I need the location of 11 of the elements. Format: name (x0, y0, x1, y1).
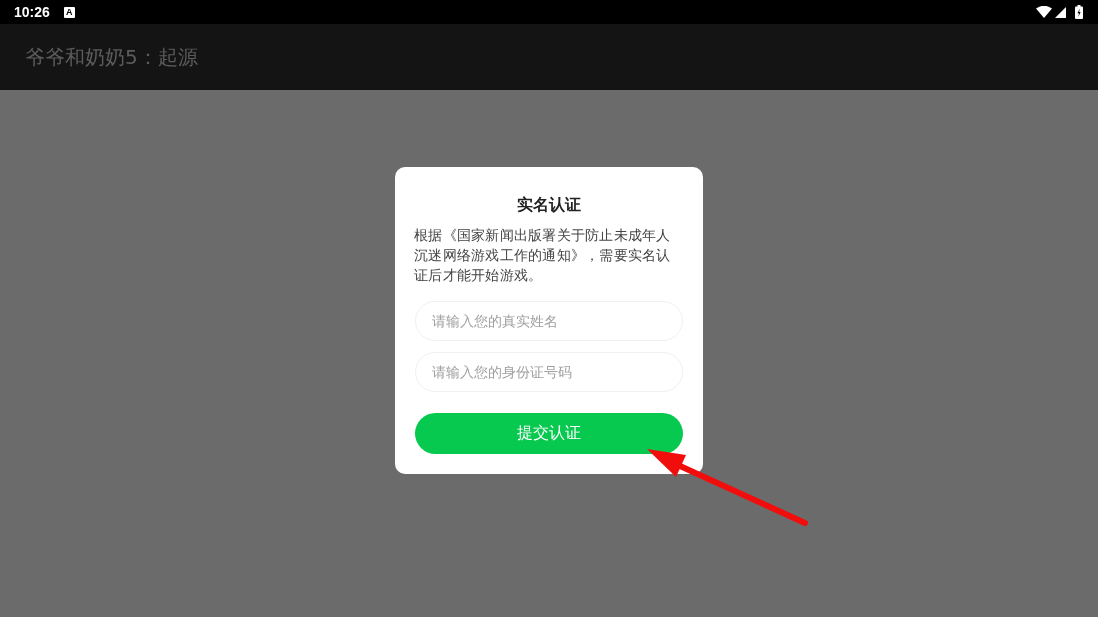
status-time: 10:26 (14, 4, 50, 20)
battery-charging-icon (1075, 5, 1083, 19)
app-title: 爷爷和奶奶5：起源 (25, 43, 198, 71)
wifi-icon (1036, 6, 1052, 18)
signal-icon (1055, 6, 1066, 18)
input-field[interactable]: 请输入您的身份证号码 (415, 352, 683, 392)
submit-button[interactable]: 提交认证 (415, 413, 683, 454)
dialog-message: 根据《国家新闻出版署关于防止未成年人沉迷网络游戏工作的通知》，需要实名认证后才能开始游戏。 (414, 226, 672, 285)
input-field[interactable]: 请输入您的真实姓名 (415, 301, 683, 341)
notification-badge: A (63, 6, 75, 18)
dialog-title: 实名认证 (516, 194, 582, 216)
